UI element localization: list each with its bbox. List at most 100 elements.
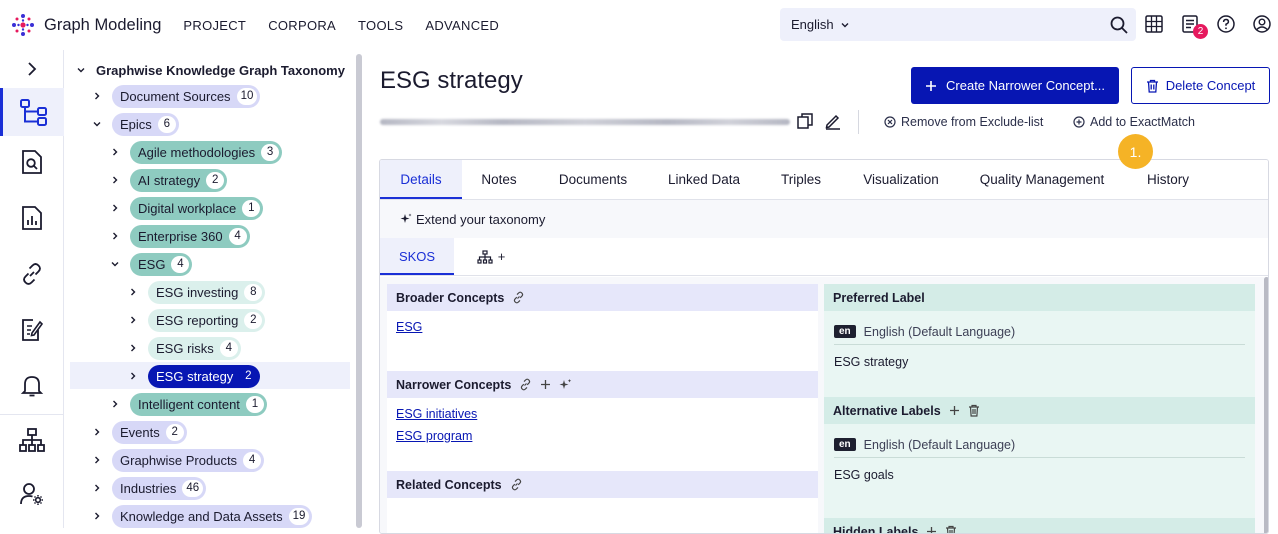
tree-pill[interactable]: Intelligent content1 xyxy=(130,393,267,416)
tab-history[interactable]: History xyxy=(1136,160,1200,199)
link-icon[interactable] xyxy=(519,378,532,391)
tree-root-label[interactable]: Graphwise Knowledge Graph Taxonomy xyxy=(96,63,345,78)
tree-node-industries[interactable]: Industries46 xyxy=(90,476,206,500)
tree-node-enterprise-360[interactable]: Enterprise 3604 xyxy=(108,224,250,248)
grid-icon[interactable] xyxy=(1144,14,1166,36)
expand-rail-icon[interactable] xyxy=(0,50,64,88)
add-to-exactmatch-link[interactable]: Add to ExactMatch xyxy=(1073,115,1195,129)
report-chart-icon[interactable] xyxy=(0,194,64,242)
tree-pill[interactable]: ESG investing8 xyxy=(148,281,265,304)
hierarchy-icon[interactable] xyxy=(0,416,64,464)
chevron-right-icon[interactable] xyxy=(108,399,122,409)
tab-linked-data[interactable]: Linked Data xyxy=(660,160,748,199)
chevron-down-icon[interactable] xyxy=(74,65,88,75)
tree-node-intelligent-content[interactable]: Intelligent content1 xyxy=(108,392,267,416)
language-select[interactable]: English xyxy=(791,17,834,32)
brand[interactable]: Graph Modeling xyxy=(8,10,161,40)
extend-taxonomy-button[interactable]: Extend your taxonomy xyxy=(380,200,1269,238)
link-icon[interactable] xyxy=(510,478,523,491)
search-bar[interactable]: English xyxy=(780,8,1136,41)
narrower-concept-link[interactable]: ESG program xyxy=(396,429,809,443)
edit-document-icon[interactable] xyxy=(0,306,64,354)
chevron-down-icon[interactable] xyxy=(108,259,122,269)
tree-node-esg-strategy[interactable]: ESG strategy2 xyxy=(126,364,260,388)
tree-node-ai-strategy[interactable]: AI strategy2 xyxy=(108,168,227,192)
tree-pill-selected[interactable]: ESG strategy2 xyxy=(148,365,260,388)
chevron-right-icon[interactable] xyxy=(108,175,122,185)
taxonomy-tree-icon[interactable] xyxy=(0,88,64,136)
chevron-right-icon[interactable] xyxy=(126,343,140,353)
chevron-right-icon[interactable] xyxy=(90,91,104,101)
trash-icon[interactable] xyxy=(968,404,980,417)
chevron-down-icon[interactable] xyxy=(90,119,104,129)
tree-scrollbar[interactable] xyxy=(356,54,362,528)
remove-from-exclude-list-link[interactable]: Remove from Exclude-list xyxy=(884,115,1043,129)
tree-pill[interactable]: Enterprise 3604 xyxy=(130,225,250,248)
tree-pill[interactable]: Graphwise Products4 xyxy=(112,449,264,472)
tab-triples[interactable]: Triples xyxy=(770,160,832,199)
plus-icon[interactable] xyxy=(540,379,551,390)
tree-pill[interactable]: ESG reporting2 xyxy=(148,309,265,332)
tree-pill[interactable]: Document Sources10 xyxy=(112,85,260,108)
tree-pill[interactable]: Knowledge and Data Assets19 xyxy=(112,505,312,528)
tab-notes[interactable]: Notes xyxy=(470,160,528,199)
tree-node-esg-investing[interactable]: ESG investing8 xyxy=(126,280,265,304)
tab-visualization[interactable]: Visualization xyxy=(854,160,948,199)
tree-node-knowledge-data-assets[interactable]: Knowledge and Data Assets19 xyxy=(90,504,312,528)
link-icon[interactable] xyxy=(0,250,64,298)
chevron-right-icon[interactable] xyxy=(126,371,140,381)
subtab-add-scheme[interactable]: + xyxy=(468,238,514,275)
nav-project[interactable]: PROJECT xyxy=(183,18,246,33)
tab-documents[interactable]: Documents xyxy=(550,160,636,199)
narrower-concept-link[interactable]: ESG initiatives xyxy=(396,407,809,421)
tree-pill[interactable]: Digital workplace1 xyxy=(130,197,263,220)
tree-node-esg-risks[interactable]: ESG risks4 xyxy=(126,336,241,360)
broader-concept-link[interactable]: ESG xyxy=(396,320,809,334)
tree-pill[interactable]: ESG risks4 xyxy=(148,337,241,360)
search-icon[interactable] xyxy=(1109,15,1129,35)
chevron-right-icon[interactable] xyxy=(90,455,104,465)
nav-corpora[interactable]: CORPORA xyxy=(268,18,336,33)
chevron-down-icon[interactable] xyxy=(840,20,850,30)
nav-advanced[interactable]: ADVANCED xyxy=(425,18,499,33)
tree-node-epics[interactable]: Epics6 xyxy=(90,112,179,136)
tree-node-digital-workplace[interactable]: Digital workplace1 xyxy=(108,196,263,220)
chevron-right-icon[interactable] xyxy=(90,483,104,493)
chevron-right-icon[interactable] xyxy=(126,287,140,297)
user-settings-icon[interactable] xyxy=(0,470,64,518)
tab-quality-management[interactable]: Quality Management xyxy=(972,160,1112,199)
create-narrower-concept-button[interactable]: Create Narrower Concept... xyxy=(911,67,1119,104)
pencil-icon[interactable] xyxy=(824,112,842,130)
bell-icon[interactable] xyxy=(0,362,64,410)
tree-node-document-sources[interactable]: Document Sources10 xyxy=(90,84,260,108)
tree-pill[interactable]: Agile methodologies3 xyxy=(130,141,282,164)
tab-details[interactable]: Details xyxy=(380,160,462,199)
tree-pill[interactable]: AI strategy2 xyxy=(130,169,227,192)
tree-pill[interactable]: Industries46 xyxy=(112,477,206,500)
tree-node-events[interactable]: Events2 xyxy=(90,420,187,444)
chevron-right-icon[interactable] xyxy=(108,231,122,241)
tree-pill[interactable]: Epics6 xyxy=(112,113,179,136)
panel-scrollbar[interactable] xyxy=(1264,277,1269,534)
preferred-label-value[interactable]: ESG strategy xyxy=(834,355,1245,369)
trash-icon[interactable] xyxy=(945,525,957,534)
sparkle-icon[interactable] xyxy=(559,378,572,391)
help-icon[interactable] xyxy=(1216,14,1238,36)
tree-node-esg[interactable]: ESG4 xyxy=(108,252,192,276)
plus-icon[interactable] xyxy=(949,405,960,416)
chevron-right-icon[interactable] xyxy=(90,511,104,521)
subtab-skos[interactable]: SKOS xyxy=(380,238,454,275)
plus-icon[interactable] xyxy=(926,526,937,534)
nav-tools[interactable]: TOOLS xyxy=(358,18,403,33)
notifications-icon[interactable]: 2 xyxy=(1180,14,1202,36)
user-icon[interactable] xyxy=(1252,14,1274,36)
chevron-right-icon[interactable] xyxy=(126,315,140,325)
chevron-right-icon[interactable] xyxy=(108,203,122,213)
tree-node-graphwise-products[interactable]: Graphwise Products4 xyxy=(90,448,264,472)
link-icon[interactable] xyxy=(512,291,525,304)
tree-root[interactable]: Graphwise Knowledge Graph Taxonomy xyxy=(74,58,345,82)
chevron-right-icon[interactable] xyxy=(108,147,122,157)
copy-icon[interactable] xyxy=(796,112,814,130)
tree-node-agile[interactable]: Agile methodologies3 xyxy=(108,140,282,164)
alternative-label-value[interactable]: ESG goals xyxy=(834,468,1245,482)
